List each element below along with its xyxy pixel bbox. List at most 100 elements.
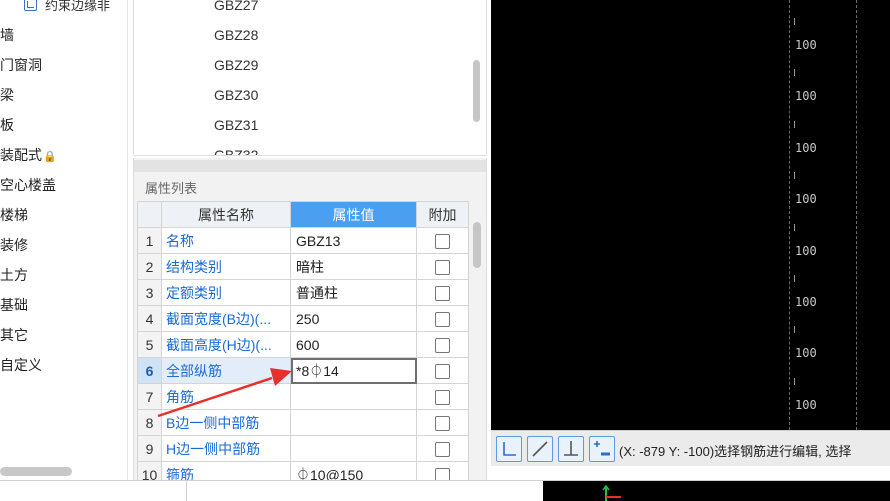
row-number: 2 (137, 253, 162, 280)
property-name[interactable]: 名称 (161, 227, 291, 254)
category-item[interactable]: 其它 (0, 324, 57, 354)
extra-checkbox[interactable] (435, 389, 450, 405)
header-num (137, 201, 162, 228)
category-label: 其它 (0, 327, 28, 343)
extra-checkbox[interactable] (435, 415, 450, 431)
horizontal-scrollbar[interactable] (0, 467, 72, 476)
tree-item-label: 约束边缘非 (45, 0, 111, 13)
add-rebar-icon (594, 441, 610, 456)
component-list-item[interactable]: GBZ29 (214, 57, 258, 73)
add-rebar-button[interactable] (589, 436, 615, 462)
t-rebar-icon (564, 441, 578, 456)
table-row[interactable]: 5 截面高度(H边)(... 600 (137, 331, 469, 358)
axis-gizmo-icon (602, 484, 621, 501)
category-list: 墙门窗洞梁板装配式🔒 空心楼盖楼梯装修土方基础其它自定义 (0, 24, 57, 384)
property-table: 属性名称 属性值 附加 1 名称 GBZ13 2 结构类别 暗柱 3 定额类别 普通柱 4 截面宽度… (137, 201, 469, 488)
dimension-label: 100 (795, 397, 817, 412)
category-item[interactable]: 楼梯 (0, 204, 57, 234)
extra-checkbox[interactable] (435, 311, 450, 327)
extra-cell (416, 383, 469, 410)
tree-item-constraint-edge[interactable]: 约束边缘非 (24, 0, 110, 14)
table-row[interactable]: 9 H边一侧中部筋 (137, 435, 469, 462)
property-name[interactable]: 截面高度(H边)(... (161, 331, 291, 358)
vertical-scrollbar[interactable] (473, 60, 480, 122)
dimension-label: 100 (795, 89, 817, 104)
table-row[interactable]: 6 全部纵筋 *8⏀14 (137, 357, 469, 384)
property-value[interactable]: 600 (290, 331, 417, 358)
dimension-tick (788, 18, 795, 25)
header-property-value[interactable]: 属性值 (290, 201, 417, 228)
category-item[interactable]: 梁 (0, 84, 57, 114)
component-list-item[interactable]: GBZ31 (214, 117, 258, 133)
dimension-label: 100 (795, 346, 817, 361)
category-item[interactable]: 门窗洞 (0, 54, 57, 84)
property-name[interactable]: 定额类别 (161, 279, 291, 306)
property-panel: 属性列表 属性名称 属性值 附加 1 名称 GBZ13 2 结构类别 暗柱 3 定额类别 普通柱… (133, 158, 487, 488)
category-item[interactable]: 板 (0, 114, 57, 144)
property-value[interactable]: 250 (290, 305, 417, 332)
component-tree: 约束边缘非 墙门窗洞梁板装配式🔒 空心楼盖楼梯装修土方基础其它自定义 (0, 0, 128, 480)
extra-checkbox[interactable] (435, 233, 450, 249)
component-list: GBZ27 GBZ28 GBZ29 GBZ30 GBZ31 GBZ32 (133, 0, 487, 156)
property-value[interactable]: 普通柱 (290, 279, 417, 306)
property-name[interactable]: 角筋 (161, 383, 291, 410)
category-item[interactable]: 自定义 (0, 354, 57, 384)
dimension-tick (788, 172, 795, 180)
category-label: 空心楼盖 (0, 177, 56, 193)
header-property-name[interactable]: 属性名称 (161, 201, 291, 228)
t-rebar-button[interactable] (558, 436, 584, 462)
property-name[interactable]: 全部纵筋 (161, 357, 291, 384)
table-row[interactable]: 8 B边一侧中部筋 (137, 409, 469, 436)
property-name[interactable]: H边一侧中部筋 (161, 435, 291, 462)
extra-checkbox[interactable] (435, 259, 450, 275)
dimension-tick (788, 69, 795, 77)
corner-rebar-icon (503, 442, 516, 456)
panel-divider[interactable] (134, 160, 486, 172)
component-icon (24, 0, 37, 11)
diagonal-rebar-button[interactable] (527, 436, 553, 462)
table-row[interactable]: 1 名称 GBZ13 (137, 227, 469, 254)
rebar-edit-toolbar: (X: -879 Y: -100)选择钢筋进行编辑, 选择 (491, 430, 890, 466)
dimension-label: 100 (795, 243, 817, 258)
category-label: 装配式 (0, 147, 42, 163)
row-number: 3 (137, 279, 162, 306)
grid-line (856, 0, 857, 430)
category-item[interactable]: 基础 (0, 294, 57, 324)
category-item[interactable]: 装修 (0, 234, 57, 264)
table-row[interactable]: 3 定额类别 普通柱 (137, 279, 469, 306)
extra-checkbox[interactable] (435, 441, 450, 457)
component-list-item[interactable]: GBZ28 (214, 27, 258, 43)
drawing-canvas[interactable]: 100 100 100 100 100 100 100 100 (491, 0, 890, 430)
category-label: 土方 (0, 267, 28, 283)
property-name[interactable]: 结构类别 (161, 253, 291, 280)
extra-checkbox[interactable] (435, 363, 450, 379)
property-value[interactable] (290, 409, 417, 436)
property-name[interactable]: 截面宽度(B边)(... (161, 305, 291, 332)
property-value[interactable] (290, 435, 417, 462)
property-value[interactable]: 暗柱 (290, 253, 417, 280)
component-list-item[interactable]: GBZ27 (214, 0, 258, 13)
row-number: 4 (137, 305, 162, 332)
extra-checkbox[interactable] (435, 285, 450, 301)
property-name[interactable]: B边一侧中部筋 (161, 409, 291, 436)
dimension-tick (788, 120, 795, 128)
table-row[interactable]: 7 角筋 (137, 383, 469, 410)
corner-rebar-button[interactable] (496, 436, 522, 462)
extra-checkbox[interactable] (435, 337, 450, 353)
category-label: 楼梯 (0, 207, 28, 223)
category-item[interactable]: 空心楼盖 (0, 174, 57, 204)
property-value[interactable] (290, 383, 417, 410)
extra-cell (416, 279, 469, 306)
property-value[interactable]: *8⏀14 (290, 357, 417, 384)
component-list-item[interactable]: GBZ30 (214, 87, 258, 103)
header-extra[interactable]: 附加 (416, 201, 469, 228)
table-row[interactable]: 2 结构类别 暗柱 (137, 253, 469, 280)
vertical-scrollbar[interactable] (473, 222, 481, 268)
extra-cell (416, 357, 469, 384)
table-row[interactable]: 4 截面宽度(B边)(... 250 (137, 305, 469, 332)
category-item[interactable]: 土方 (0, 264, 57, 294)
category-item[interactable]: 墙 (0, 24, 57, 54)
category-item[interactable]: 装配式🔒 (0, 144, 57, 174)
property-value[interactable]: GBZ13 (290, 227, 417, 254)
component-list-item[interactable]: GBZ32 (214, 147, 258, 155)
